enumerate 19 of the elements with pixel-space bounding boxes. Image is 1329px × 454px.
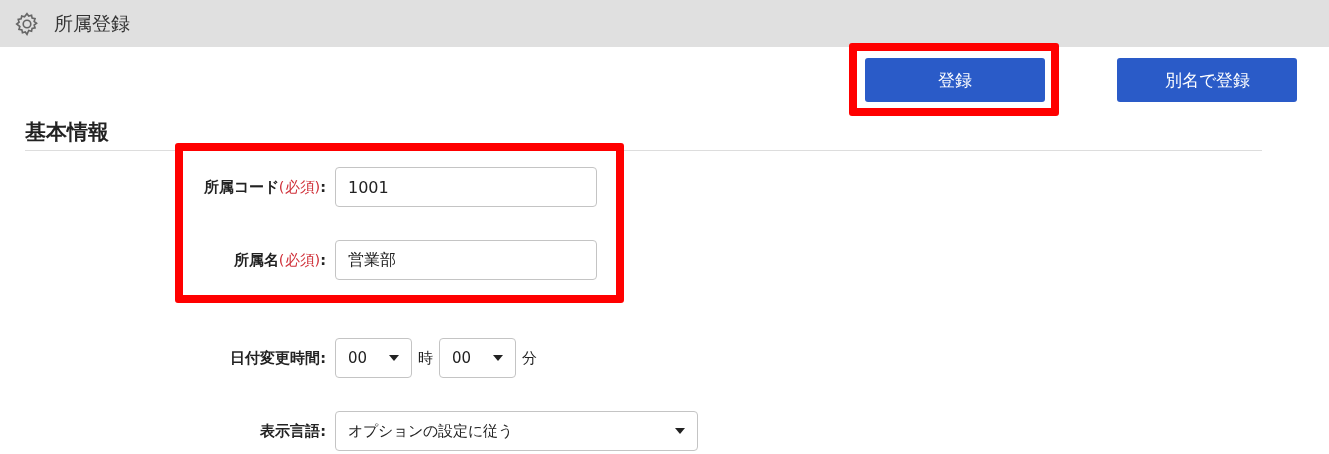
- text-field[interactable]: 1001: [335, 167, 597, 207]
- register-button[interactable]: 登録: [865, 58, 1045, 102]
- section-title: 基本情報: [25, 119, 110, 146]
- minute-unit: 分: [522, 348, 537, 368]
- minute-dropdown[interactable]: 00: [439, 338, 516, 378]
- register-as-new-button[interactable]: 別名で登録: [1117, 58, 1297, 102]
- caret-icon: [675, 428, 685, 434]
- field-label: 日付変更時間:: [229, 348, 326, 368]
- field-label: 所属コード(必須):: [202, 177, 326, 197]
- dropdown[interactable]: オプションの設定に従う: [335, 411, 698, 451]
- hour-unit: 時: [418, 348, 433, 368]
- caret-icon: [493, 355, 503, 361]
- text-field[interactable]: 営業部: [335, 240, 597, 280]
- settings-icon: [14, 10, 40, 37]
- caret-icon: [389, 355, 399, 361]
- page-title: 所属登録: [54, 10, 130, 36]
- hour-dropdown[interactable]: 00: [335, 338, 412, 378]
- field-label: 所属名(必須):: [232, 250, 326, 270]
- field-label: 表示言語:: [259, 421, 326, 441]
